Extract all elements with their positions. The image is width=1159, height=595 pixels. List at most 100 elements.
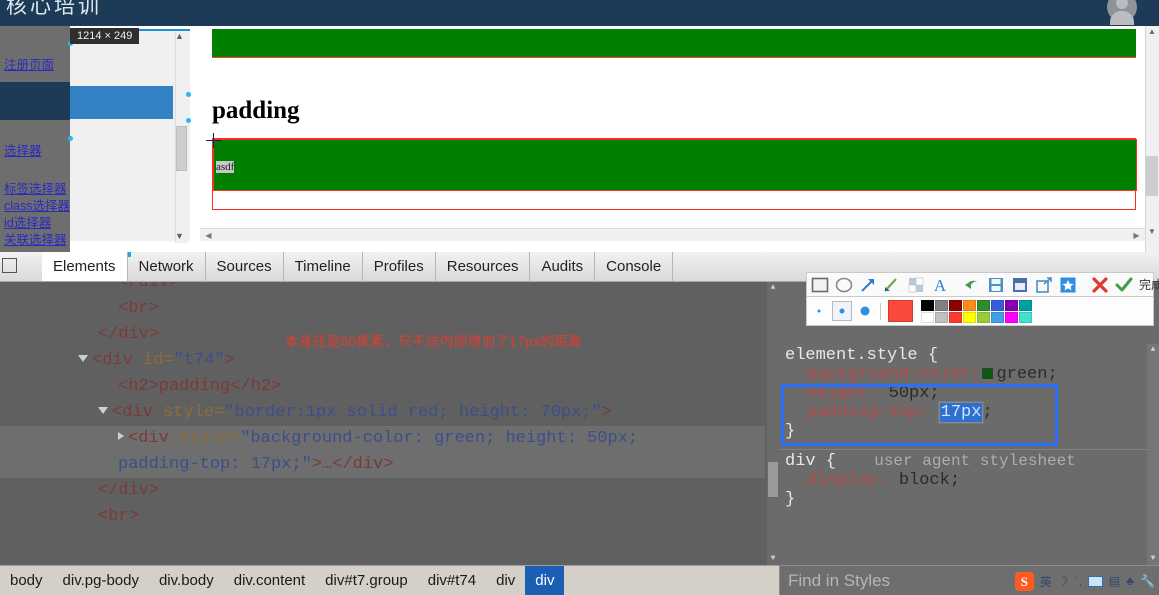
mosaic-tool-icon[interactable] xyxy=(906,275,926,295)
stroke-size-medium-icon[interactable] xyxy=(832,301,852,321)
ime-keyboard-icon[interactable] xyxy=(1087,575,1103,587)
confirm-button-label[interactable]: 完成 xyxy=(1139,276,1159,293)
cancel-button-icon[interactable] xyxy=(1090,275,1110,295)
css-property-value[interactable]: 50px; xyxy=(889,384,940,403)
rectangle-tool-icon[interactable] xyxy=(810,275,830,295)
color-swatch[interactable] xyxy=(1005,311,1018,323)
current-color-swatch[interactable] xyxy=(888,300,913,322)
color-swatch[interactable] xyxy=(949,311,962,323)
expand-triangle-icon[interactable] xyxy=(98,407,108,414)
style-declaration-background-color[interactable]: background-color: green; xyxy=(785,365,1159,384)
page-scroll-up-icon[interactable]: ▲ xyxy=(1146,26,1158,38)
ime-umbrella-icon[interactable]: ♣ xyxy=(1126,574,1134,588)
tab-timeline[interactable]: Timeline xyxy=(284,252,363,281)
inspected-element-panel[interactable]: ▲ ▼ xyxy=(70,29,190,243)
breadcrumb-item-div-t7-group[interactable]: div#t7.group xyxy=(315,566,418,595)
color-swatch[interactable] xyxy=(1005,299,1018,311)
dom-scroll-down-icon[interactable]: ▼ xyxy=(768,553,778,565)
stroke-size-small-icon[interactable] xyxy=(811,303,827,319)
color-swatch[interactable] xyxy=(963,299,976,311)
selection-handle-tr[interactable] xyxy=(186,92,191,97)
breadcrumb-item-div-t74[interactable]: div#t74 xyxy=(418,566,486,595)
dom-line-br-2[interactable]: <br> xyxy=(98,504,139,530)
color-swatch[interactable] xyxy=(921,311,934,323)
tab-console[interactable]: Console xyxy=(595,252,674,281)
dom-line-h2-padding[interactable]: <h2>padding</h2> xyxy=(118,374,281,400)
breadcrumb-item-div-content[interactable]: div.content xyxy=(224,566,315,595)
dom-tree-scrollbar[interactable]: ▲ ▼ xyxy=(767,282,779,565)
tab-network[interactable]: Network xyxy=(128,252,206,281)
color-swatch[interactable] xyxy=(977,311,990,323)
color-swatch[interactable] xyxy=(949,299,962,311)
style-rule-element-style[interactable]: element.style { background-color: green; … xyxy=(779,344,1159,443)
save-button-icon[interactable] xyxy=(986,275,1006,295)
brush-tool-icon[interactable] xyxy=(882,275,902,295)
color-swatch-icon[interactable] xyxy=(982,368,994,379)
style-declaration-display[interactable]: display: block; xyxy=(785,471,1159,490)
hscroll-right-icon[interactable]: ▶ xyxy=(1130,229,1143,241)
dom-line-close-div-3[interactable]: </div> xyxy=(98,478,159,504)
dom-scroll-thumb[interactable] xyxy=(768,462,778,497)
share-button-icon[interactable] xyxy=(1034,275,1054,295)
ime-punctuation-icon[interactable]: ˙, xyxy=(1074,574,1081,588)
tab-sources[interactable]: Sources xyxy=(206,252,284,281)
dom-line-close-div-2[interactable]: </div> xyxy=(98,322,159,348)
sidebar-item-relation-selector[interactable]: 关联选择器 xyxy=(4,229,67,248)
favorite-button-icon[interactable] xyxy=(1058,275,1078,295)
tab-audits[interactable]: Audits xyxy=(530,252,596,281)
selection-handle-br[interactable] xyxy=(186,118,191,123)
breadcrumb-item-div-body[interactable]: div.body xyxy=(149,566,224,595)
hscroll-left-icon[interactable]: ◀ xyxy=(202,229,215,241)
dom-line-div-t74[interactable]: <div id="t74"> xyxy=(78,348,235,374)
selection-handle-ml[interactable] xyxy=(68,136,73,141)
tab-elements[interactable]: Elements xyxy=(42,252,128,281)
dom-line-close-div-1[interactable]: </div> xyxy=(118,282,179,296)
color-swatch[interactable] xyxy=(1019,299,1032,311)
color-swatch[interactable] xyxy=(1019,311,1032,323)
ellipse-tool-icon[interactable] xyxy=(834,275,854,295)
tab-profiles[interactable]: Profiles xyxy=(363,252,436,281)
css-property-value[interactable]: green; xyxy=(996,365,1057,384)
color-swatch[interactable] xyxy=(991,299,1004,311)
styles-scroll-down-icon[interactable]: ▼ xyxy=(1148,553,1158,565)
css-property-value-editing[interactable]: 17px xyxy=(938,402,984,423)
find-in-styles-bar[interactable]: Find in Styles S 英 ☽ ˙, ▤ ♣ 🔧 xyxy=(779,565,1159,595)
demo-inner-box[interactable]: asdf xyxy=(213,139,1137,191)
ime-settings-icon[interactable]: 🔧 xyxy=(1140,574,1155,588)
styles-scroll-up-icon[interactable]: ▲ xyxy=(1148,344,1158,356)
ime-language-icon[interactable]: 英 xyxy=(1040,573,1052,590)
style-declaration-padding-top[interactable]: padding-top: 17px; xyxy=(785,402,1159,423)
breadcrumb-item-div[interactable]: div xyxy=(486,566,525,595)
ime-moon-icon[interactable]: ☽ xyxy=(1058,574,1069,588)
stroke-size-large-icon[interactable] xyxy=(857,303,873,319)
color-swatch[interactable] xyxy=(977,299,990,311)
color-swatch[interactable] xyxy=(935,311,948,323)
text-tool-icon[interactable]: A xyxy=(930,275,950,295)
find-in-styles-placeholder[interactable]: Find in Styles xyxy=(788,571,890,591)
sidebar-item-selector[interactable]: 选择器 xyxy=(4,140,42,159)
breadcrumb-item-body[interactable]: body xyxy=(0,566,53,595)
page-vertical-scrollbar[interactable]: ▲ ▼ xyxy=(1145,26,1159,252)
expand-triangle-icon[interactable] xyxy=(78,355,88,362)
color-swatch[interactable] xyxy=(991,311,1004,323)
tab-resources[interactable]: Resources xyxy=(436,252,531,281)
inner-scrollbar-thumb[interactable] xyxy=(176,126,187,171)
content-horizontal-scrollbar[interactable]: ◀ ▶ xyxy=(200,228,1145,241)
arrow-tool-icon[interactable] xyxy=(858,275,878,295)
color-swatch[interactable] xyxy=(963,311,976,323)
avatar[interactable] xyxy=(1107,0,1137,25)
ime-toolbox-icon[interactable]: ▤ xyxy=(1109,574,1120,588)
undo-button-icon[interactable] xyxy=(962,275,982,295)
sogou-logo-icon[interactable]: S xyxy=(1014,571,1034,591)
dom-line-br-1[interactable]: <br> xyxy=(118,296,159,322)
css-property-value[interactable]: block; xyxy=(899,471,960,490)
pin-button-icon[interactable] xyxy=(1010,275,1030,295)
collapse-triangle-icon[interactable] xyxy=(118,432,124,440)
dom-line-outer-div[interactable]: <div style="border:1px solid red; height… xyxy=(98,400,612,426)
styles-scrollbar[interactable]: ▲ ▼ xyxy=(1147,344,1159,565)
page-scroll-down-icon[interactable]: ▼ xyxy=(1146,226,1158,238)
breadcrumb-item-div-selected[interactable]: div xyxy=(525,565,565,595)
sidebar-item-register-page[interactable]: 注册页面 xyxy=(4,54,54,73)
color-swatch[interactable] xyxy=(935,299,948,311)
dom-scroll-up-icon[interactable]: ▲ xyxy=(768,282,778,294)
